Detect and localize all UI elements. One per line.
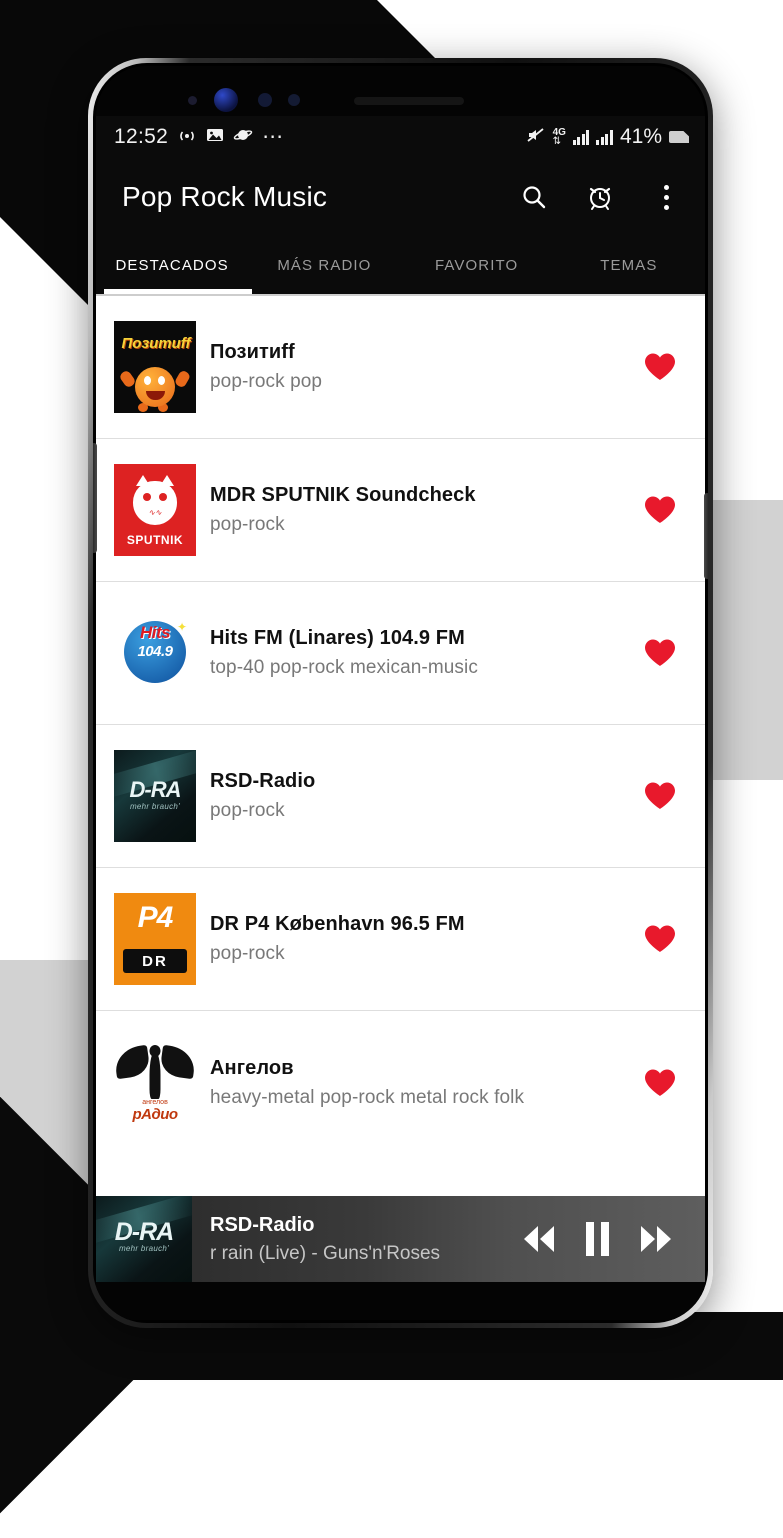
list-item[interactable]: D-RA mehr brauch' RSD-Radio pop-rock: [96, 725, 705, 868]
station-logo-text: рАдио: [132, 1105, 178, 1123]
app-bar: Pop Rock Music: [96, 158, 705, 236]
station-logo: D-RA mehr brauch': [114, 750, 196, 842]
data-transfer-icon: 4G ⇅: [552, 126, 566, 147]
station-list: Позитиff Позитиff pop-rock pop ∿∿ SPUTNI…: [96, 296, 705, 1196]
station-tags: pop-rock: [210, 800, 285, 821]
phone-screen-bezel: 12:52 ⋯ 4G ⇅ 41% Pop Rock Music DESTACAD…: [93, 63, 708, 1323]
station-logo-text: P4: [137, 901, 174, 934]
station-logo: ангелов рАдио: [114, 1036, 196, 1129]
player-station-name: RSD-Radio: [210, 1213, 315, 1236]
mute-icon: [526, 127, 546, 148]
favorite-heart-icon[interactable]: [641, 348, 679, 386]
front-camera-icon: [214, 88, 238, 112]
signal-waves-icon: [177, 127, 197, 148]
station-logo-text: D-RA: [129, 777, 182, 802]
light-sensor-icon: [288, 94, 300, 106]
player-bar[interactable]: D-RA mehr brauch' RSD-Radio r rain (Live…: [96, 1196, 705, 1282]
tab-destacados[interactable]: DESTACADOS: [96, 236, 248, 294]
station-logo: P4 DR: [114, 893, 196, 985]
favorite-heart-icon[interactable]: [641, 920, 679, 958]
earpiece-speaker: [354, 97, 464, 105]
list-item[interactable]: P4 DR DR P4 København 96.5 FM pop-rock: [96, 868, 705, 1011]
favorite-heart-icon[interactable]: [641, 777, 679, 815]
station-logo-subtext: ангелов: [142, 1098, 168, 1106]
station-info: Hits FM (Linares) 104.9 FM top-40 pop-ro…: [206, 627, 641, 679]
image-icon: [206, 127, 224, 148]
station-name: Hits FM (Linares) 104.9 FM: [210, 627, 465, 649]
phone-screen: 12:52 ⋯ 4G ⇅ 41% Pop Rock Music DESTACAD…: [96, 116, 705, 1282]
favorite-heart-icon[interactable]: [641, 491, 679, 529]
station-logo: ∿∿ SPUTNIK: [114, 464, 196, 556]
favorite-heart-icon[interactable]: [641, 634, 679, 672]
station-tags: heavy-metal pop-rock metal rock folk: [210, 1086, 525, 1108]
player-metadata: RSD-Radio r rain (Live) - Guns'n'Roses: [192, 1196, 506, 1282]
station-logo-subtext: mehr brauch': [129, 802, 181, 811]
station-logo: Позитиff: [114, 321, 196, 413]
tab-mas-radio[interactable]: MÁS RADIO: [248, 236, 400, 294]
station-info: MDR SPUTNIK Soundcheck pop-rock: [206, 484, 641, 536]
player-controls: [506, 1196, 705, 1282]
station-logo-number: 104.9: [137, 643, 173, 660]
status-bar-clock: 12:52: [114, 125, 169, 148]
station-info: DR P4 København 96.5 FM pop-rock: [206, 913, 641, 965]
station-logo-text: Позитиff: [121, 335, 191, 352]
battery-icon: [669, 131, 689, 143]
app-bar-actions: [517, 180, 683, 214]
station-logo-subtext: DR: [142, 952, 168, 970]
station-name: Позитиff: [210, 341, 295, 363]
signal-bars-icon: [572, 129, 590, 145]
tab-temas[interactable]: TEMAS: [553, 236, 705, 294]
planet-icon: [233, 127, 253, 148]
player-track-title: r rain (Live) - Guns'n'Roses: [210, 1242, 441, 1264]
list-item[interactable]: ангелов рАдио Ангелов heavy-metal pop-ro…: [96, 1011, 705, 1154]
list-item[interactable]: ∿∿ SPUTNIK MDR SPUTNIK Soundcheck pop-ro…: [96, 439, 705, 582]
station-name: RSD-Radio: [210, 770, 316, 792]
iris-scanner-icon: [258, 93, 272, 107]
more-dots-icon: ⋯: [262, 125, 286, 148]
phone-bottom-bezel: [96, 1282, 705, 1320]
station-logo: Hits ✦ 104.9: [114, 607, 196, 699]
player-logo-text: D-RA: [114, 1218, 175, 1246]
page-title: Pop Rock Music: [122, 181, 328, 212]
status-bar-left: 12:52 ⋯: [114, 125, 285, 149]
alarm-icon[interactable]: [583, 180, 617, 214]
search-icon[interactable]: [517, 180, 551, 214]
tab-active-indicator: [104, 289, 252, 294]
favorite-heart-icon[interactable]: [641, 1064, 679, 1102]
previous-icon[interactable]: [516, 1222, 562, 1256]
tab-favorito[interactable]: FAVORITO: [401, 236, 553, 294]
list-item[interactable]: Позитиff Позитиff pop-rock pop: [96, 296, 705, 439]
next-icon[interactable]: [633, 1222, 679, 1256]
station-info: Позитиff pop-rock pop: [206, 341, 641, 393]
phone-device-frame: 12:52 ⋯ 4G ⇅ 41% Pop Rock Music DESTACAD…: [88, 58, 713, 1328]
tab-bar: DESTACADOS MÁS RADIO FAVORITO TEMAS: [96, 236, 705, 294]
station-name: Ангелов: [210, 1056, 294, 1079]
proximity-sensor-icon: [188, 96, 197, 105]
signal-bars-icon: [596, 129, 613, 145]
phone-top-bezel: [96, 66, 705, 116]
list-item[interactable]: Hits ✦ 104.9 Hits FM (Linares) 104.9 FM …: [96, 582, 705, 725]
pause-icon[interactable]: [586, 1222, 609, 1256]
overflow-menu-icon[interactable]: [649, 180, 683, 214]
volume-button[interactable]: [93, 443, 97, 553]
station-logo-text: SPUTNIK: [126, 533, 184, 547]
station-name: MDR SPUTNIK Soundcheck: [210, 484, 476, 506]
station-name: DR P4 København 96.5 FM: [210, 913, 465, 935]
status-bar-right: 4G ⇅ 41%: [526, 125, 689, 149]
station-tags: top-40 pop-rock mexican-music: [210, 657, 478, 678]
station-tags: pop-rock: [210, 943, 285, 964]
station-info: Ангелов heavy-metal pop-rock metal rock …: [206, 1057, 641, 1109]
station-tags: pop-rock pop: [210, 371, 323, 392]
player-station-logo: D-RA mehr brauch': [96, 1196, 192, 1282]
battery-percent-label: 41%: [619, 125, 662, 148]
power-button[interactable]: [704, 493, 708, 579]
status-bar: 12:52 ⋯ 4G ⇅ 41%: [96, 116, 705, 158]
player-logo-subtext: mehr brauch': [118, 1244, 170, 1253]
station-info: RSD-Radio pop-rock: [206, 770, 641, 822]
station-tags: pop-rock: [210, 514, 285, 535]
